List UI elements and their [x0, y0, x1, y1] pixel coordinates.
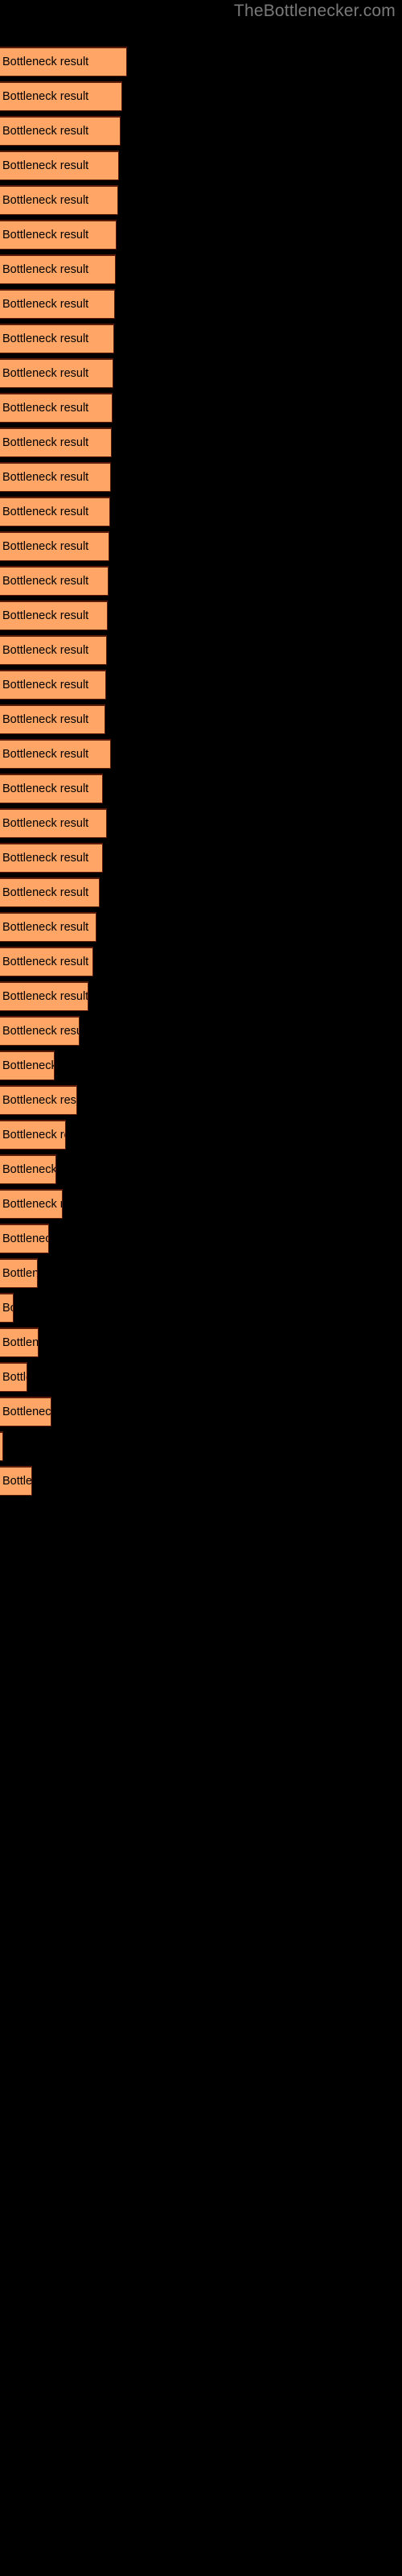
bar-label: Bottleneck result [2, 609, 89, 622]
bar-label: Bottleneck result [2, 1093, 76, 1107]
bar-item[interactable]: Bottleneck result [0, 601, 108, 630]
bar-item[interactable]: Bottleneck result [0, 1120, 66, 1150]
bar-item[interactable]: Bottleneck result [0, 1154, 56, 1184]
bar-label: Bottleneck result [2, 1266, 38, 1280]
bar-item[interactable]: Bottleneck result [0, 877, 100, 907]
bottleneck-bar-chart: TheBottlenecker.com Bottleneck result Bot… [0, 0, 402, 2576]
bar-item[interactable]: Bottleneck result [0, 289, 115, 319]
bar-label: Bottleneck result [2, 1405, 51, 1418]
bar-item[interactable]: Bottleneck result [0, 635, 107, 665]
bar-label: Bottleneck result [2, 816, 89, 830]
bar-label: Bottleneck result [2, 1301, 13, 1315]
bar-item[interactable]: Bottleneck result [0, 1293, 14, 1323]
bar-label: Bottleneck result [2, 989, 88, 1003]
bar-item[interactable]: Bottleneck result [0, 47, 127, 76]
bar-item[interactable]: Bottleneck result [0, 1258, 38, 1288]
bar-item[interactable]: Bottleneck result [0, 670, 106, 700]
bar-item[interactable]: Bottleneck result [0, 254, 116, 284]
bar-item[interactable]: Bottleneck result [0, 324, 114, 353]
bar-label: Bottleneck result [2, 1162, 56, 1176]
bar-label: Bottleneck result [2, 851, 89, 865]
bar-label: Bottleneck result [2, 643, 89, 657]
bar-label: Bottleneck result [2, 55, 89, 68]
bar-label: Bottleneck result [2, 332, 89, 345]
bar-label: Bottleneck result [2, 1232, 48, 1245]
bar-item[interactable]: Bottleneck result [0, 947, 93, 976]
bar-item[interactable]: Bottleneck result [0, 808, 107, 838]
bar-label: Bottleneck result [2, 1128, 65, 1141]
bar-item[interactable]: Bottleneck result [0, 843, 103, 873]
bar-label: Bottleneck result [2, 262, 89, 276]
bar-item[interactable]: Bottleneck result [0, 566, 109, 596]
bar-item[interactable]: Bottleneck result [0, 1085, 77, 1115]
bar-item[interactable]: Bottleneck result [0, 220, 117, 250]
bar-item[interactable]: Bottleneck result [0, 185, 118, 215]
bar-item[interactable]: Bottleneck result [0, 427, 112, 457]
bar-item[interactable]: Bottleneck result [0, 151, 119, 180]
bar-label: Bottleneck result [2, 920, 89, 934]
bar-item[interactable]: Bottleneck result [0, 462, 111, 492]
bar-label: Bottleneck result [2, 124, 89, 138]
bar-item[interactable]: Bottleneck result [0, 1051, 55, 1080]
bar-item[interactable]: Bottleneck result [0, 116, 121, 146]
bar-label: Bottleneck result [2, 436, 89, 449]
bar-item[interactable]: Bottleneck result [0, 393, 113, 423]
bar-label: Bottleneck result [2, 1197, 62, 1211]
bar-item[interactable]: Bottleneck result [0, 358, 113, 388]
bar-label: Bottleneck result [2, 1441, 3, 1453]
bar-label: Bottleneck result [2, 678, 89, 691]
bar-label: Bottleneck result [2, 539, 89, 553]
bar-item[interactable]: Bottleneck result [0, 981, 88, 1011]
bar-label: Bottleneck result [2, 505, 89, 518]
bar-label: Bottleneck result [2, 297, 89, 311]
bar-label: Bottleneck result [2, 159, 89, 172]
bar-label: Bottleneck result [2, 1024, 79, 1038]
bar-item[interactable]: Bottleneck result [0, 912, 96, 942]
bar-item[interactable]: Bottleneck result [0, 1327, 39, 1357]
bar-item[interactable]: Bottleneck result [0, 1397, 51, 1426]
bar-label: Bottleneck result [2, 574, 89, 588]
bar-label: Bottleneck result [2, 886, 89, 899]
bar-label: Bottleneck result [2, 712, 89, 726]
bar-label: Bottleneck result [2, 1474, 32, 1488]
bar-label: Bottleneck result [2, 366, 89, 380]
bar-item[interactable]: Bottleneck result [0, 1189, 63, 1219]
bar-label: Bottleneck result [2, 89, 89, 103]
bar-item[interactable]: Bottleneck result [0, 774, 103, 803]
bar-item[interactable]: Bottleneck result [0, 739, 111, 769]
bar-label: Bottleneck result [2, 228, 89, 242]
bar-item[interactable]: Bottleneck result [0, 1362, 27, 1392]
bar-item[interactable]: Bottleneck result [0, 704, 105, 734]
bar-label: Bottleneck result [2, 1370, 27, 1384]
bar-label: Bottleneck result [2, 193, 89, 207]
bar-series-container: Bottleneck result Bottleneck result Bottle… [0, 0, 402, 2576]
bar-item[interactable]: Bottleneck result [0, 81, 122, 111]
bar-item[interactable]: Bottleneck result [0, 1431, 3, 1461]
bar-label: Bottleneck result [2, 1335, 39, 1349]
bar-label: Bottleneck result [2, 401, 89, 415]
bar-item[interactable]: Bottleneck result [0, 531, 109, 561]
bar-item[interactable]: Bottleneck result [0, 1466, 32, 1496]
bar-label: Bottleneck result [2, 470, 89, 484]
bar-label: Bottleneck result [2, 782, 89, 795]
bar-item[interactable]: Bottleneck result [0, 497, 110, 526]
bar-label: Bottleneck result [2, 1059, 55, 1072]
bar-label: Bottleneck result [2, 747, 89, 761]
bar-item[interactable]: Bottleneck result [0, 1016, 80, 1046]
bar-label: Bottleneck result [2, 955, 89, 968]
bar-item[interactable]: Bottleneck result [0, 1224, 49, 1253]
